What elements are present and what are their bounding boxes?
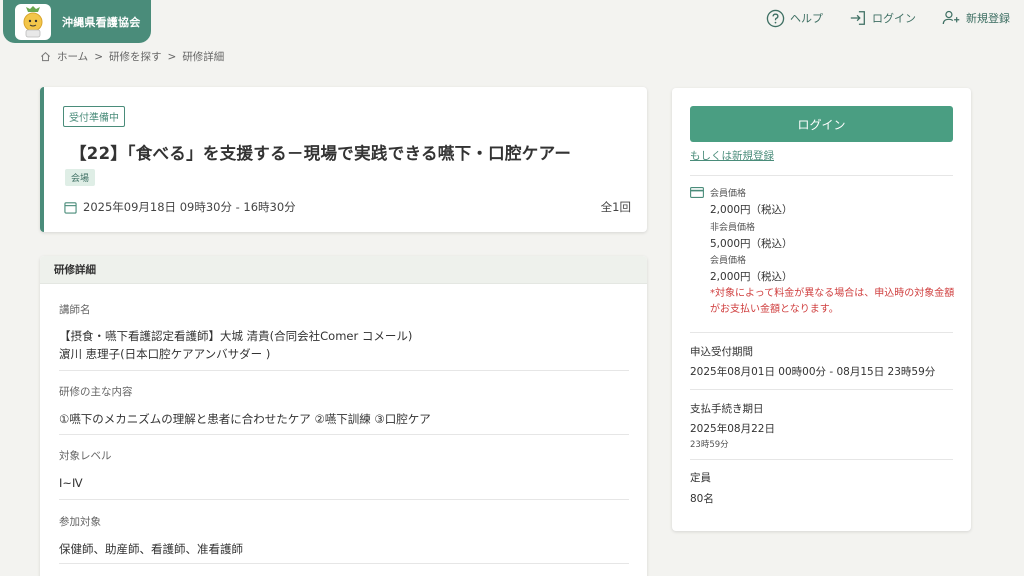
login-label: ログイン — [872, 12, 916, 25]
register-nav-link[interactable]: 新規登録 — [942, 8, 1010, 28]
session-count: 全1回 — [600, 200, 631, 214]
capacity-value: 80名 — [690, 493, 714, 505]
breadcrumb-search[interactable]: 研修を探す — [109, 49, 162, 64]
level-label: 対象レベル — [59, 450, 112, 462]
instructor-line: 濵川 恵理子(日本口腔ケアアンバサダー ) — [59, 347, 271, 361]
price-member: 会員価格 2,000円（税込） — [710, 186, 793, 217]
divider — [690, 389, 953, 390]
help-link[interactable]: ヘルプ — [766, 8, 823, 28]
mascot-logo-icon — [15, 3, 51, 40]
breadcrumb-home[interactable]: ホーム — [57, 49, 88, 64]
price-member-2: 会員価格 2,000円（税込） — [710, 253, 793, 284]
payment-deadline-time: 23時59分 — [690, 440, 729, 450]
help-label: ヘルプ — [790, 12, 823, 25]
course-date: 2025年09月18日 09時30分 - 16時30分 — [64, 199, 296, 215]
course-summary-card: 受付準備中 【22】「食べる」を支援する－現場で実践できる嚥下・口腔ケアー 会場… — [40, 87, 647, 232]
registration-sidebar: ログイン もしくは新規登録 会員価格 2,000円（税込） 非会員価格 5,00… — [672, 88, 971, 531]
price-label: 非会員価格 — [710, 223, 756, 233]
level-section: 対象レベル Ⅰ~Ⅳ — [59, 448, 629, 500]
content-section: 研修の主な内容 ①嚥下のメカニズムの理解と患者に合わせたケア ②嚥下訓練 ③口腔… — [59, 384, 629, 435]
price-value: 2,000円（税込） — [710, 271, 793, 283]
divider — [690, 332, 953, 333]
target-section: 参加対象 保健師、助産師、看護師、准看護師 — [59, 514, 629, 564]
status-badge: 受付準備中 — [63, 106, 125, 127]
help-icon — [766, 9, 785, 27]
application-period-label: 申込受付期間 — [690, 346, 753, 358]
level-value: Ⅰ~Ⅳ — [59, 476, 83, 490]
site-logo[interactable]: 沖縄県看護協会 — [3, 0, 151, 43]
price-label: 会員価格 — [710, 256, 747, 266]
price-value: 2,000円（税込） — [710, 204, 793, 216]
course-title: 【22】「食べる」を支援する－現場で実践できる嚥下・口腔ケアー — [70, 144, 572, 163]
breadcrumb-current: 研修詳細 — [182, 51, 225, 63]
instructor-value: 【摂食・嚥下看護認定看護師】大城 清貴(合同会社Comer コメール) 濵川 恵… — [59, 327, 629, 363]
breadcrumb-separator: > — [94, 50, 103, 63]
breadcrumb-separator: > — [167, 50, 177, 63]
breadcrumb: ホーム > 研修を探す > 研修詳細 — [40, 49, 224, 64]
application-period-value: 2025年08月01日 00時00分 - 08月15日 23時59分 — [690, 366, 936, 378]
details-header: 研修詳細 — [40, 256, 647, 284]
instructor-section: 講師名 【摂食・嚥下看護認定看護師】大城 清貴(合同会社Comer コメール) … — [59, 302, 629, 371]
home-icon — [41, 51, 50, 62]
login-icon — [850, 11, 865, 25]
instructor-label: 講師名 — [59, 304, 91, 316]
payment-deadline-date: 2025年08月22日 — [690, 423, 775, 435]
payment-deadline-label: 支払手続き期日 — [690, 403, 764, 415]
instructor-line: 【摂食・嚥下看護認定看護師】大城 清貴(合同会社Comer コメール) — [59, 329, 413, 343]
content-label: 研修の主な内容 — [59, 386, 133, 398]
org-name: 沖縄県看護協会 — [62, 15, 141, 29]
login-link[interactable]: ログイン — [849, 8, 916, 28]
price-note: *対象によって料金が異なる場合は、申込時の対象金額がお支払い金額となります。 — [710, 288, 955, 315]
capacity-label: 定員 — [690, 472, 711, 484]
top-nav: ヘルプ ログイン 新規登録 — [766, 8, 1010, 28]
add-user-icon — [942, 10, 960, 25]
price-label: 会員価格 — [710, 189, 747, 199]
divider — [690, 175, 953, 176]
login-button[interactable]: ログイン — [690, 106, 953, 142]
price-value: 5,000円（税込） — [710, 238, 793, 250]
price-non-member: 非会員価格 5,000円（税込） — [710, 220, 793, 251]
register-link[interactable]: もしくは新規登録 — [690, 148, 774, 163]
content-value: ①嚥下のメカニズムの理解と患者に合わせたケア ②嚥下訓練 ③口腔ケア — [59, 412, 431, 426]
calendar-icon — [64, 201, 77, 214]
register-label: 新規登録 — [966, 12, 1010, 25]
target-label: 参加対象 — [59, 516, 101, 528]
course-details-card: 研修詳細 講師名 【摂食・嚥下看護認定看護師】大城 清貴(合同会社Comer コ… — [40, 256, 647, 576]
course-date-text: 2025年09月18日 09時30分 - 16時30分 — [83, 200, 296, 214]
credit-card-icon — [690, 187, 704, 198]
venue-badge: 会場 — [65, 169, 96, 186]
divider — [690, 459, 953, 460]
target-value: 保健師、助産師、看護師、准看護師 — [59, 542, 243, 556]
